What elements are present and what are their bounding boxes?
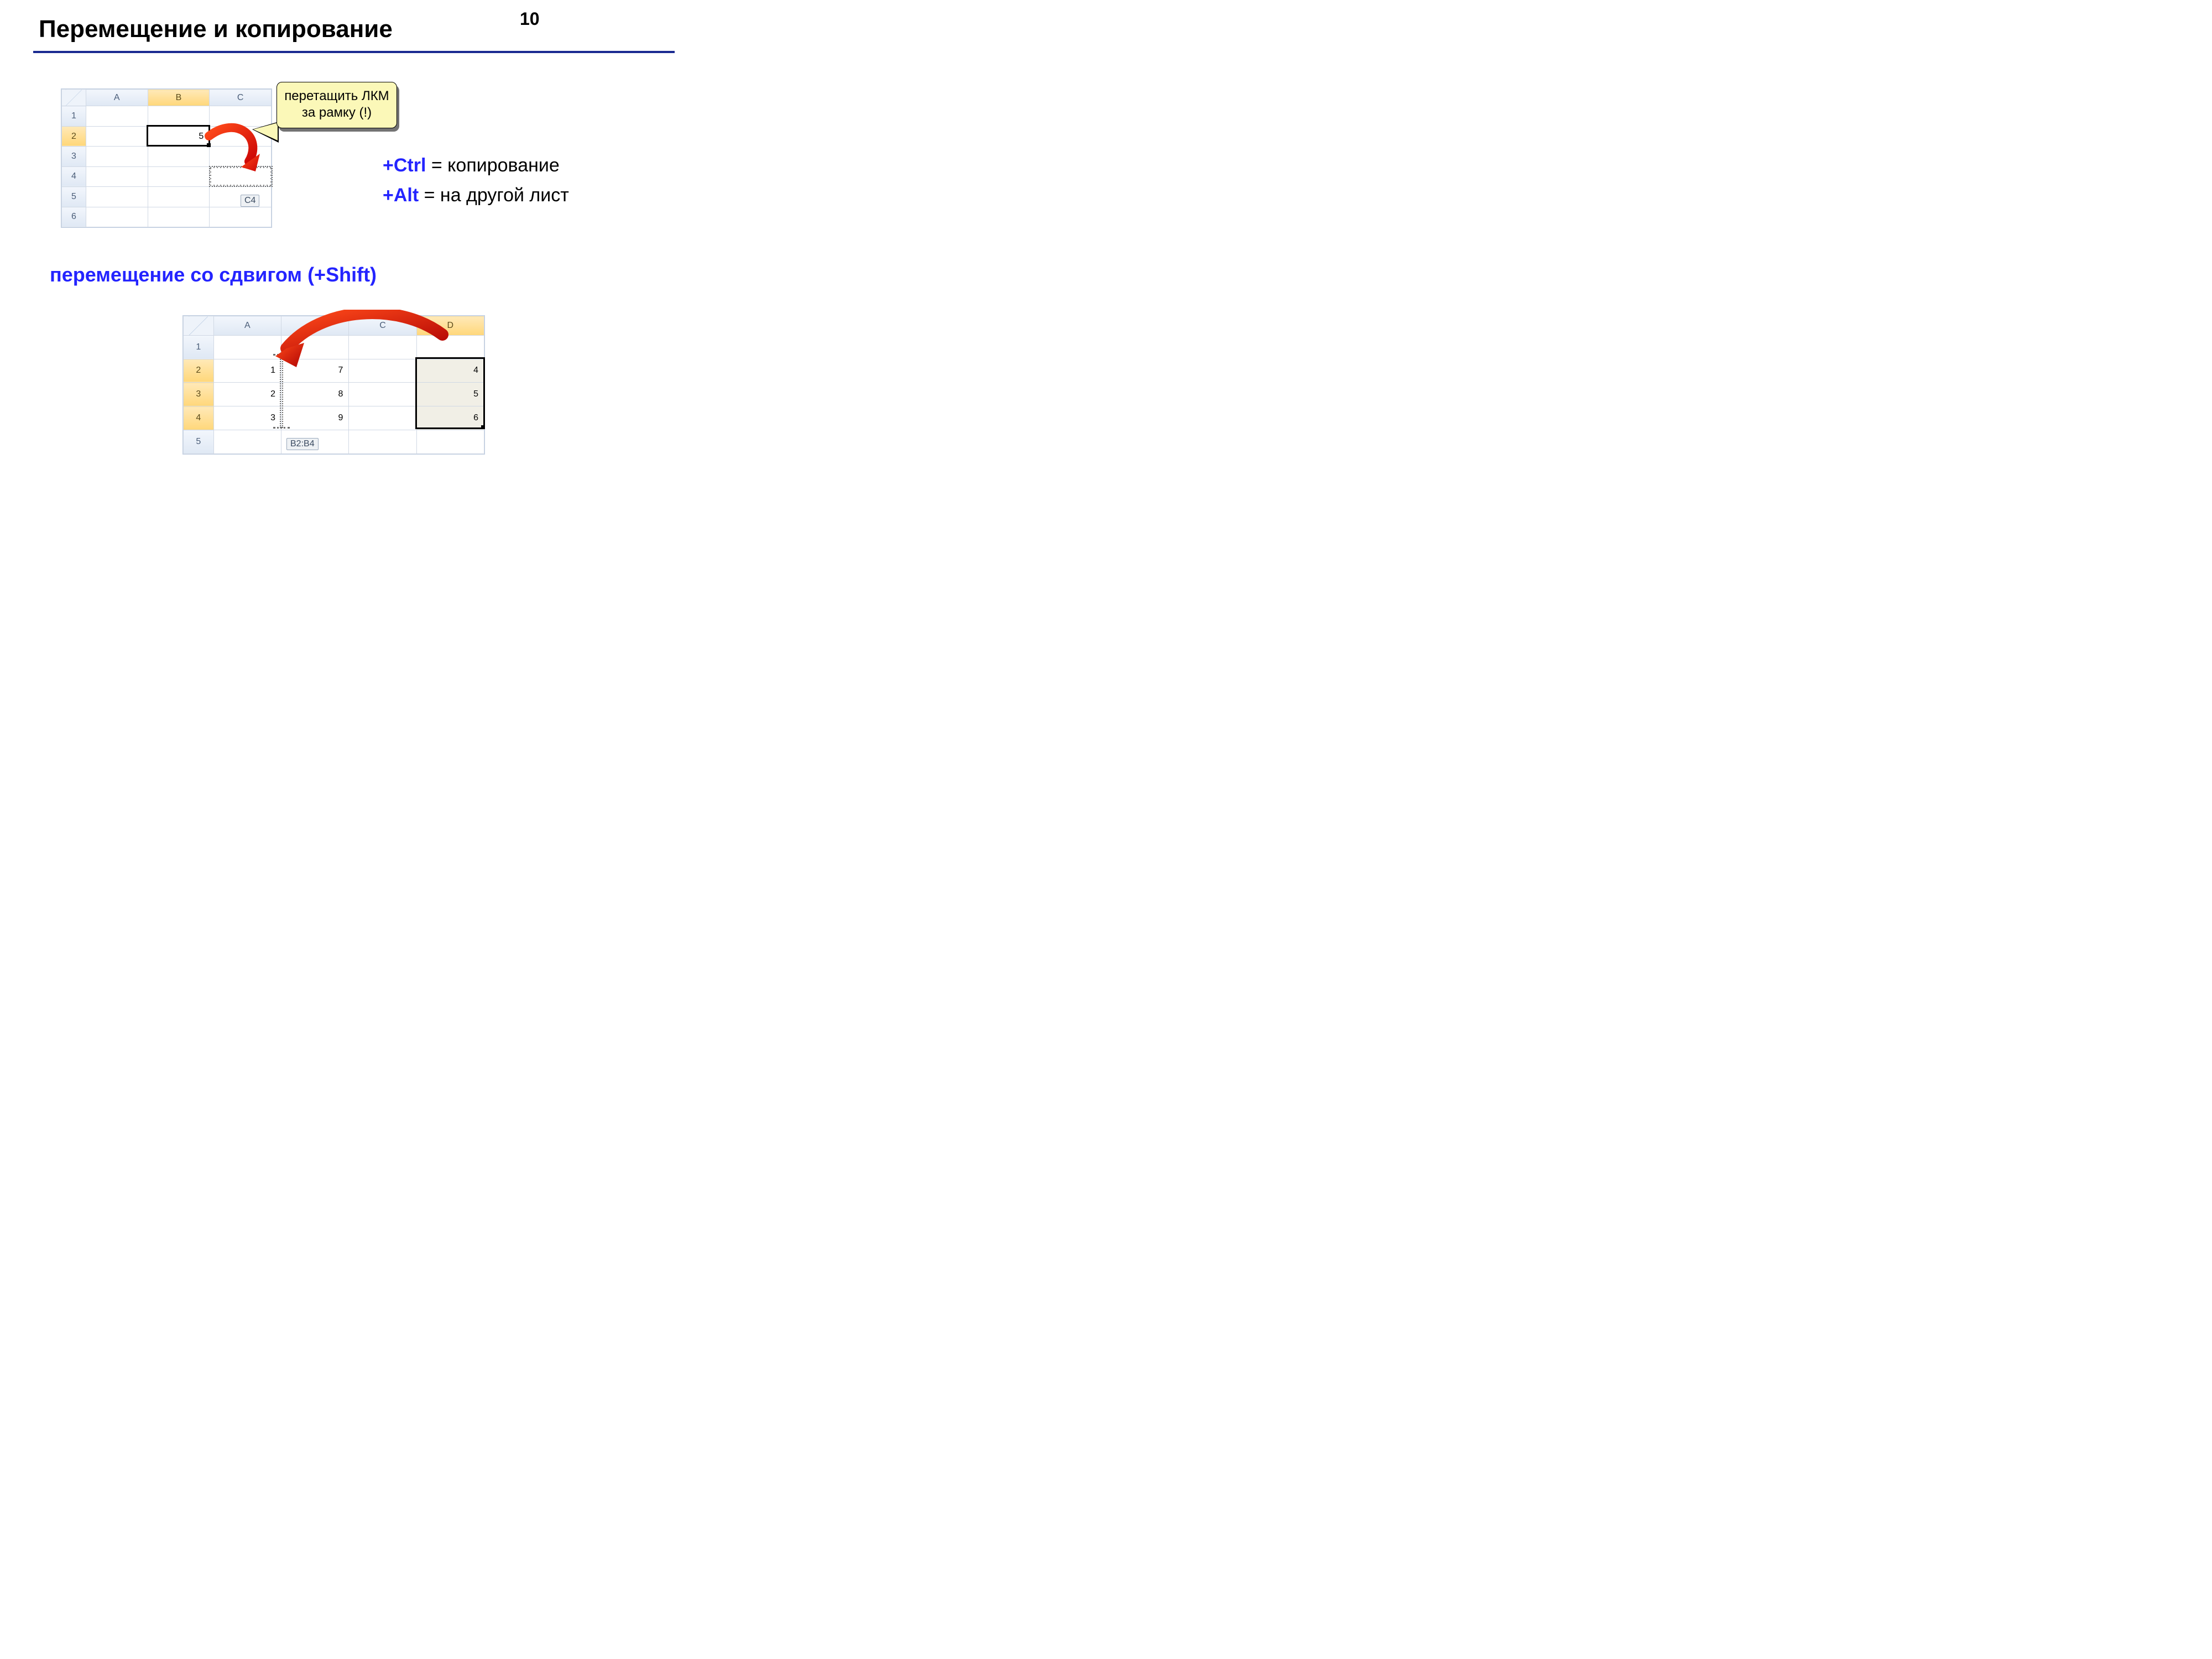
grid-2-row-2: 2 bbox=[184, 359, 214, 383]
callout: перетащить ЛКМ за рамку (!) bbox=[254, 82, 398, 148]
grid-2-tooltip: B2:B4 bbox=[286, 438, 319, 450]
grid-1-row-5: 5 bbox=[62, 187, 86, 207]
hint-alt: +Alt = на другой лист bbox=[383, 185, 569, 206]
callout-line-2: за рамку (!) bbox=[302, 105, 372, 120]
grid-1-row-1: 1 bbox=[62, 106, 86, 126]
grid-2-row-4: 4 bbox=[184, 406, 214, 430]
grid-1-tooltip: C4 bbox=[241, 195, 259, 207]
grid-2-row-5: 5 bbox=[184, 430, 214, 454]
grid-1-row-6: 6 bbox=[62, 207, 86, 227]
grid-2: A B C D 1 2 1 7 4 3 2 8 5 4 3 9 bbox=[182, 315, 485, 455]
title-rule bbox=[33, 51, 675, 53]
hint-alt-key: +Alt bbox=[383, 185, 419, 206]
page-number: 10 bbox=[520, 9, 540, 29]
grid-1-col-A: A bbox=[86, 90, 148, 106]
grid-2-cell-B4: 9 bbox=[281, 406, 349, 430]
grid-1-cell-B2: 5 bbox=[148, 126, 210, 146]
grid-1-table: A B C 1 25 3 4 5 6 bbox=[61, 89, 272, 227]
hint-ctrl: +Ctrl = копирование bbox=[383, 155, 560, 176]
grid-2-row-3: 3 bbox=[184, 383, 214, 406]
grid-2-corner bbox=[184, 316, 214, 336]
grid-1-row-2: 2 bbox=[62, 126, 86, 146]
grid-2-cell-A4: 3 bbox=[213, 406, 281, 430]
subheading: перемещение со сдвигом (+Shift) bbox=[50, 263, 377, 286]
grid-2-cell-A3: 2 bbox=[213, 383, 281, 406]
grid-1-row-3: 3 bbox=[62, 147, 86, 166]
grid-1-corner bbox=[62, 90, 86, 106]
grid-2-cell-D4: 6 bbox=[416, 406, 484, 430]
grid-2-col-B: B bbox=[281, 316, 349, 336]
grid-2-col-A: A bbox=[213, 316, 281, 336]
grid-1-row-4: 4 bbox=[62, 166, 86, 186]
callout-line-1: перетащить ЛКМ bbox=[284, 88, 389, 103]
grid-2-row-1: 1 bbox=[184, 335, 214, 359]
hint-ctrl-key: +Ctrl bbox=[383, 155, 426, 176]
hint-alt-text: = на другой лист bbox=[419, 185, 569, 206]
grid-2-cell-D3: 5 bbox=[416, 383, 484, 406]
grid-2-cell-B3: 8 bbox=[281, 383, 349, 406]
grid-2-col-D: D bbox=[416, 316, 484, 336]
hint-ctrl-text: = копирование bbox=[426, 155, 559, 176]
slide: 10 Перемещение и копирование A B C 1 25 … bbox=[0, 0, 708, 531]
slide-title: Перемещение и копирование bbox=[39, 15, 393, 43]
grid-2-table: A B C D 1 2 1 7 4 3 2 8 5 4 3 9 bbox=[183, 316, 484, 454]
grid-2-cell-D2: 4 bbox=[416, 359, 484, 383]
grid-2-cell-A2: 1 bbox=[213, 359, 281, 383]
grid-2-col-C: C bbox=[349, 316, 416, 336]
grid-2-cell-B2: 7 bbox=[281, 359, 349, 383]
grid-1-col-B: B bbox=[148, 90, 210, 106]
grid-1: A B C 1 25 3 4 5 6 bbox=[61, 88, 272, 228]
